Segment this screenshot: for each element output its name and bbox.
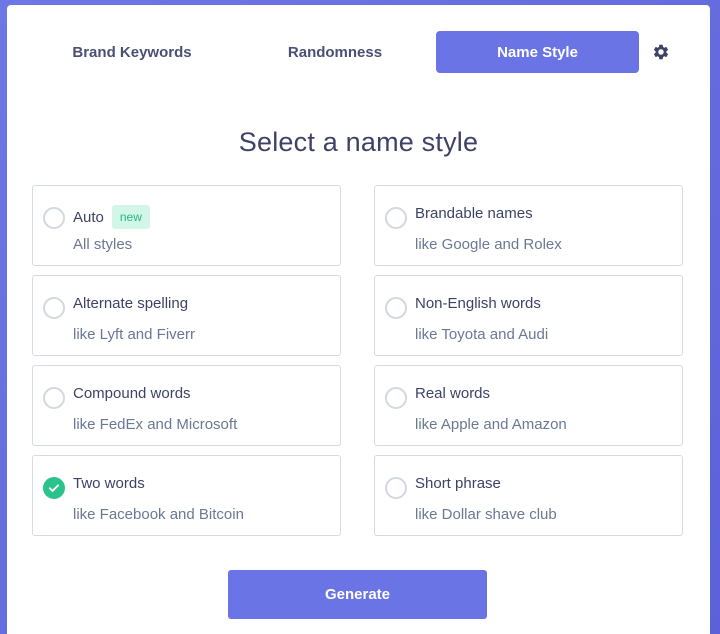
option-non-english-words[interactable]: Non-English words like Toyota and Audi	[374, 275, 683, 356]
option-alternate-spelling[interactable]: Alternate spelling like Lyft and Fiverr	[32, 275, 341, 356]
tab-label: Name Style	[497, 43, 578, 61]
option-title: Compound words	[73, 385, 191, 402]
option-subtitle: like Toyota and Audi	[415, 326, 549, 343]
tab-label: Brand Keywords	[72, 43, 192, 61]
option-short-phrase[interactable]: Short phrase like Dollar shave club	[374, 455, 683, 536]
radio-button[interactable]	[385, 387, 407, 409]
name-style-card: Brand Keywords Randomness Name Style Sel…	[7, 5, 710, 634]
radio-button[interactable]	[385, 207, 407, 229]
option-title: Non-English words	[415, 295, 541, 312]
option-compound-words[interactable]: Compound words like FedEx and Microsoft	[32, 365, 341, 446]
option-brandable-names[interactable]: Brandable names like Google and Rolex	[374, 185, 683, 266]
tab-name-style[interactable]: Name Style	[436, 31, 639, 73]
radio-button-checked[interactable]	[43, 477, 65, 499]
option-subtitle: All styles	[73, 236, 133, 253]
new-badge: new	[111, 205, 150, 229]
tab-brand-keywords[interactable]: Brand Keywords	[37, 31, 227, 73]
radio-button[interactable]	[43, 297, 65, 319]
option-title-text: Auto	[73, 208, 104, 226]
checkmark-icon	[48, 484, 60, 492]
option-subtitle: like Facebook and Bitcoin	[73, 506, 244, 523]
radio-button[interactable]	[385, 477, 407, 499]
option-subtitle: like Lyft and Fiverr	[73, 326, 195, 343]
radio-button[interactable]	[43, 387, 65, 409]
page-title: Select a name style	[238, 127, 479, 157]
option-title: Two words	[73, 475, 145, 492]
option-title: Brandable names	[415, 205, 533, 222]
radio-button[interactable]	[385, 297, 407, 319]
option-subtitle: like FedEx and Microsoft	[73, 416, 238, 433]
generate-button[interactable]: Generate	[228, 570, 487, 619]
option-real-words[interactable]: Real words like Apple and Amazon	[374, 365, 683, 446]
option-title: Short phrase	[415, 475, 501, 492]
tab-bar: Brand Keywords Randomness Name Style	[7, 5, 710, 85]
option-auto[interactable]: Auto new All styles	[32, 185, 341, 266]
option-two-words[interactable]: Two words like Facebook and Bitcoin	[32, 455, 341, 536]
radio-button[interactable]	[43, 207, 65, 229]
option-title: Alternate spelling	[73, 295, 189, 312]
gear-icon[interactable]	[650, 41, 672, 63]
option-subtitle: like Dollar shave club	[415, 506, 557, 523]
option-title: Auto new	[73, 205, 150, 229]
option-subtitle: like Google and Rolex	[415, 236, 562, 253]
option-title: Real words	[415, 385, 491, 402]
tab-randomness[interactable]: Randomness	[237, 31, 433, 73]
tab-label: Randomness	[287, 43, 383, 61]
option-subtitle: like Apple and Amazon	[415, 416, 567, 433]
